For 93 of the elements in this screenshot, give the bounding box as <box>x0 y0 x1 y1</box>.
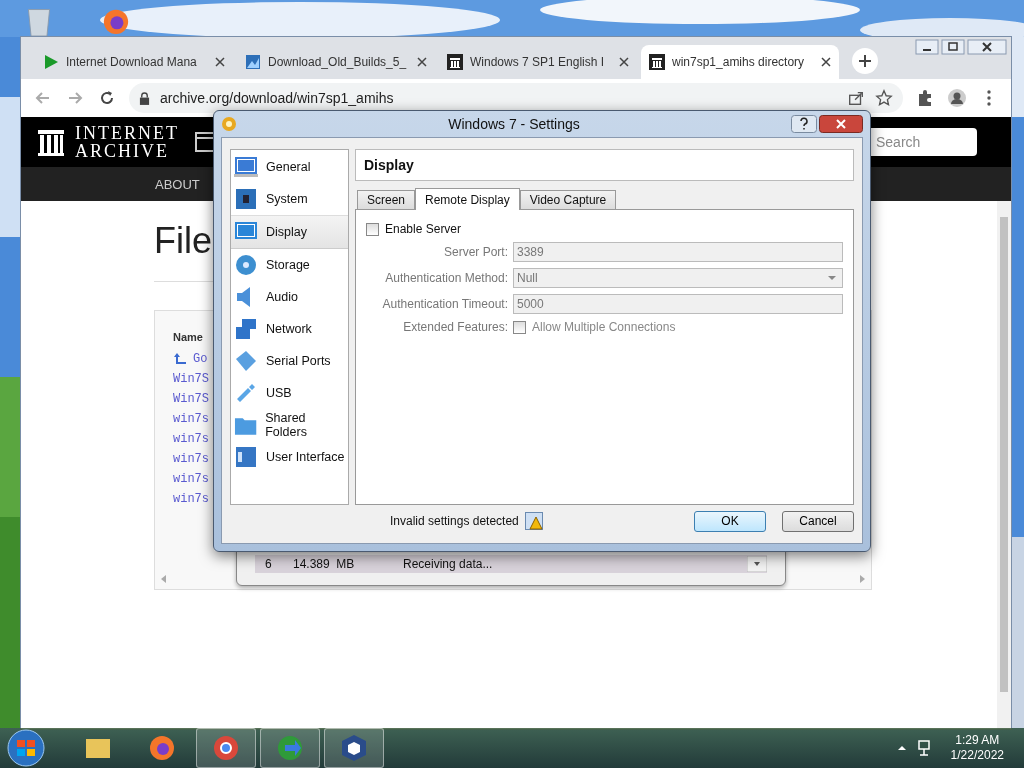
building-icon <box>447 54 463 70</box>
clock[interactable]: 1:29 AM 1/22/2022 <box>944 733 1018 763</box>
address-bar[interactable]: archive.org/download/win7sp1_amihs <box>129 83 903 113</box>
warning-message: Invalid settings detected <box>390 514 519 528</box>
ok-button[interactable]: OK <box>694 510 766 532</box>
connection-status: Receiving data... <box>403 557 494 571</box>
section-label: Audio <box>266 290 298 304</box>
tab-title: Windows 7 SP1 English I <box>470 55 606 69</box>
connection-number: 6 <box>265 557 273 571</box>
section-item[interactable]: Network <box>231 313 348 345</box>
maximize-icon[interactable] <box>941 39 965 55</box>
field-label: Authentication Method: <box>384 271 508 285</box>
start-button[interactable] <box>6 728 46 768</box>
share-icon[interactable] <box>847 89 865 107</box>
chrome-icon <box>211 733 241 763</box>
section-item[interactable]: USB <box>231 377 348 409</box>
checkbox-label: Allow Multiple Connections <box>532 320 676 334</box>
file-link[interactable]: Go <box>193 352 208 366</box>
section-label: USB <box>266 386 292 400</box>
nav-link[interactable]: ABOUT <box>155 176 200 192</box>
connection-row[interactable]: 6 14.389 MB Receiving data... <box>255 555 767 573</box>
building-icon <box>649 54 665 70</box>
scrollbar[interactable] <box>997 201 1011 729</box>
section-item[interactable]: User Interface <box>231 441 348 473</box>
section-label: General <box>266 160 311 174</box>
file-link[interactable]: Win7S <box>173 392 209 406</box>
close-icon[interactable] <box>215 57 225 67</box>
file-link[interactable]: win7s <box>173 452 209 466</box>
gear-icon <box>221 116 237 132</box>
settings-tab[interactable]: Remote Display <box>415 188 520 210</box>
settings-tab[interactable]: Screen <box>357 190 416 209</box>
storage-icon <box>234 253 258 277</box>
virtualbox-icon <box>339 733 369 763</box>
file-link[interactable]: Win7S <box>173 372 209 386</box>
section-item[interactable]: General <box>231 151 348 183</box>
browser-tab[interactable]: win7sp1_amihs directory <box>641 45 839 79</box>
checkbox-label: Enable Server <box>385 222 462 236</box>
close-icon[interactable] <box>619 57 629 67</box>
cancel-button[interactable]: Cancel <box>782 510 854 532</box>
section-item[interactable]: Storage <box>231 249 348 281</box>
image-icon <box>245 54 261 70</box>
dropdown-icon[interactable] <box>747 556 767 572</box>
lock-icon <box>139 91 150 105</box>
file-link[interactable]: win7s <box>173 412 209 426</box>
taskbar-button[interactable] <box>260 728 320 768</box>
section-item[interactable]: Display <box>231 215 348 249</box>
play-icon <box>43 54 59 70</box>
logo-text: ARCHIVE <box>75 142 170 160</box>
checkbox[interactable] <box>366 222 379 236</box>
tab-title: Download_Old_Builds_5_ <box>268 55 408 69</box>
file-link[interactable]: win7s <box>173 472 209 486</box>
window-title: Windows 7 - Settings <box>448 116 580 132</box>
section-label: Shared Folders <box>265 411 308 439</box>
tab-title: win7sp1_amihs directory <box>672 55 806 69</box>
warning-icon[interactable] <box>524 512 543 530</box>
field-label: Authentication Timeout: <box>381 297 508 311</box>
tab-title: Internet Download Mana <box>66 55 198 69</box>
section-item[interactable]: Shared Folders <box>231 409 348 441</box>
section-label: User Interface <box>266 450 345 464</box>
section-label: Serial Ports <box>266 354 331 368</box>
close-icon[interactable] <box>819 115 863 133</box>
settings-tab[interactable]: Video Capture <box>519 190 617 209</box>
general-icon <box>234 155 258 179</box>
section-item[interactable]: Audio <box>231 281 348 313</box>
section-item[interactable]: Serial Ports <box>231 345 348 377</box>
close-icon[interactable] <box>417 57 427 67</box>
up-arrow-icon <box>173 352 187 366</box>
section-item[interactable]: System <box>231 183 348 215</box>
field-label: Extended Features: <box>402 320 508 334</box>
url-text: archive.org/download/win7sp1_amihs <box>160 90 394 106</box>
section-label: Storage <box>266 258 310 272</box>
section-header: Display <box>355 149 854 181</box>
firefox-icon <box>147 733 177 763</box>
section-label: System <box>266 192 308 206</box>
section-label: Network <box>266 322 312 336</box>
downloaded-size: 14.389 MB <box>293 557 356 571</box>
help-icon[interactable] <box>791 115 817 133</box>
show-hidden-icons-icon[interactable] <box>896 743 907 753</box>
profile-icon[interactable] <box>947 88 967 108</box>
archive-logo-icon[interactable] <box>37 127 65 157</box>
logo-text: INTERNET <box>75 124 179 142</box>
idm-icon <box>275 733 305 763</box>
file-link[interactable]: win7s <box>173 432 209 446</box>
field-label: Server Port: <box>442 245 508 259</box>
file-link[interactable]: win7s <box>173 492 209 506</box>
taskbar-button[interactable] <box>196 728 256 768</box>
minimize-icon[interactable] <box>915 39 939 55</box>
star-icon[interactable] <box>875 89 893 107</box>
taskbar-button[interactable] <box>324 728 384 768</box>
close-icon[interactable] <box>967 39 1007 55</box>
new-tab-icon[interactable] <box>851 47 879 75</box>
section-label: Display <box>266 225 307 239</box>
close-icon[interactable] <box>821 57 831 67</box>
